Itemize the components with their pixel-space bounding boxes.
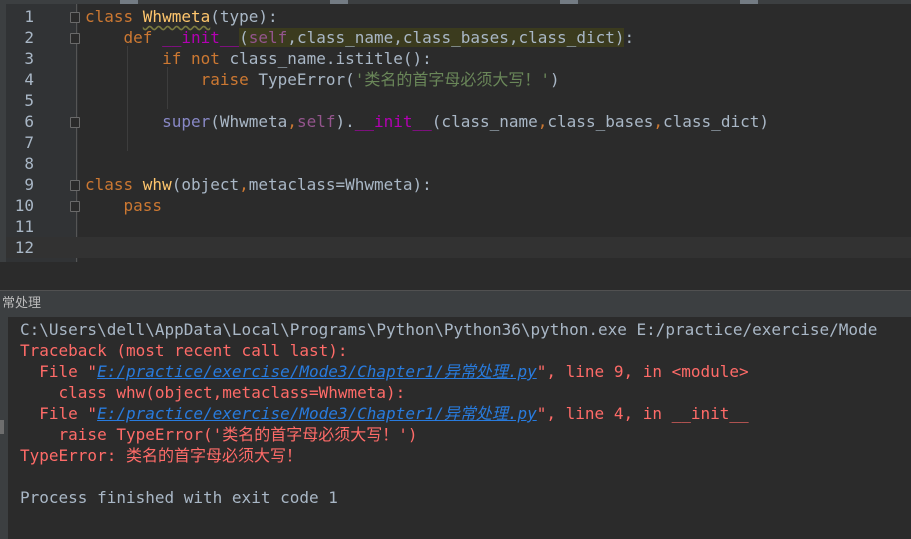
code-token: class_bases <box>547 112 654 131</box>
code-token: , <box>287 112 297 131</box>
code-token: (class_name <box>431 112 538 131</box>
line-number: 4 <box>24 70 34 89</box>
trace-prefix: File " <box>20 404 98 423</box>
code-token: , <box>508 28 519 47</box>
code-line[interactable]: 12 <box>6 237 911 258</box>
code-token: self <box>248 28 288 47</box>
code-token: def <box>85 28 163 47</box>
code-text: if not class_name.istitle(): <box>85 48 432 69</box>
trace-prefix: File " <box>20 362 98 381</box>
code-token: pass <box>85 196 163 215</box>
run-panel-title: 常处理 <box>2 296 42 311</box>
fold-marker-icon[interactable] <box>70 33 80 44</box>
line-number: 8 <box>24 154 34 173</box>
line-number: 3 <box>24 49 34 68</box>
console-trace-frame-1: File "E:/practice/exercise/Mode3/Chapter… <box>20 361 749 382</box>
fold-marker-icon[interactable] <box>70 201 80 212</box>
line-number: 12 <box>14 238 34 257</box>
code-text: class Whwmeta(type): <box>85 6 278 27</box>
code-token: __init__ <box>354 112 432 131</box>
editor-bottom-area <box>0 262 911 290</box>
console-trace-code-2: raise TypeError('类名的首字母必须大写！') <box>20 425 418 444</box>
code-token: class_dict) <box>663 112 769 131</box>
line-number: 5 <box>24 91 34 110</box>
code-line[interactable]: 5 <box>6 90 911 111</box>
code-token: self <box>296 112 336 131</box>
console-exit-message: Process finished with exit code 1 <box>20 488 338 507</box>
code-token: '类名的首字母必须大写！' <box>354 70 550 89</box>
code-line[interactable]: 1 class Whwmeta(type): <box>6 6 911 27</box>
console-toolbar <box>0 317 8 539</box>
trace-suffix: ", line 4, in __init__ <box>536 404 749 423</box>
line-number: 2 <box>24 28 34 47</box>
code-token: , <box>393 28 403 47</box>
console-trace-frame-2: File "E:/practice/exercise/Mode3/Chapter… <box>20 403 749 424</box>
code-token: __init__ <box>162 28 240 47</box>
trace-suffix: ", line 9, in <module> <box>536 362 749 381</box>
code-line[interactable]: 3 if not class_name.istitle(): <box>6 48 911 69</box>
run-console[interactable]: C:\Users\dell\AppData\Local\Programs\Pyt… <box>0 317 911 539</box>
console-trace-code-1: class whw(object,metaclass=Whwmeta): <box>20 383 406 402</box>
code-line[interactable]: 6 super(Whwmeta,self).__init__(class_nam… <box>6 111 911 132</box>
fold-marker-icon[interactable] <box>70 12 80 23</box>
code-token: (Whwmeta <box>210 112 288 131</box>
code-text: super(Whwmeta,self).__init__(class_name,… <box>85 111 769 132</box>
code-token: , <box>653 112 664 131</box>
code-token: Whwmeta <box>142 7 211 26</box>
code-token: if not <box>85 49 230 68</box>
code-line[interactable]: 9 class whw(object,metaclass=Whwmeta): <box>6 174 911 195</box>
code-line[interactable]: 10 pass <box>6 195 911 216</box>
code-token: class_name <box>296 28 394 47</box>
code-token: super <box>85 112 211 131</box>
line-number: 9 <box>24 175 34 194</box>
code-text: def __init__(self,class_name,class_bases… <box>85 27 634 48</box>
code-token: class_name.istitle(): <box>229 49 432 68</box>
line-number: 11 <box>14 217 34 236</box>
line-number: 6 <box>24 112 34 131</box>
code-token: class <box>85 175 143 194</box>
code-text: pass <box>85 195 163 216</box>
console-error-message: TypeError: 类名的首字母必须大写！ <box>20 446 302 465</box>
console-toggle-icon[interactable] <box>0 420 4 434</box>
code-token: ( <box>239 28 249 47</box>
code-token: , <box>239 175 249 194</box>
code-text: class whw(object,metaclass=Whwmeta): <box>85 174 432 195</box>
code-token: class_bases <box>402 28 509 47</box>
code-token: TypeError( <box>258 70 355 89</box>
code-line[interactable]: 4 raise TypeError('类名的首字母必须大写！') <box>6 69 911 90</box>
console-command-line: C:\Users\dell\AppData\Local\Programs\Pyt… <box>20 320 878 339</box>
code-token: raise <box>85 70 259 89</box>
console-traceback-header: Traceback (most recent call last): <box>20 341 348 360</box>
line-number: 1 <box>24 7 34 26</box>
code-token: , <box>537 112 548 131</box>
code-token: class <box>85 7 143 26</box>
code-token: (object <box>171 175 240 194</box>
code-line[interactable]: 2 def __init__(self,class_name,class_bas… <box>6 27 911 48</box>
run-panel-header[interactable]: 常处理 <box>0 290 911 318</box>
line-number: 10 <box>14 196 34 215</box>
code-token: whw <box>142 175 172 194</box>
code-token: metaclass=Whwmeta): <box>248 175 432 194</box>
code-token: : <box>624 28 635 47</box>
code-text: raise TypeError('类名的首字母必须大写！') <box>85 69 560 90</box>
code-editor[interactable]: 1 class Whwmeta(type): 2 def __init__(self… <box>6 4 911 262</box>
code-line[interactable]: 11 <box>6 216 911 237</box>
code-line[interactable]: 7 <box>6 132 911 153</box>
code-token: , <box>287 28 297 47</box>
line-number: 7 <box>24 133 34 152</box>
fold-marker-icon[interactable] <box>70 180 80 191</box>
code-token: ) <box>550 70 560 89</box>
code-line[interactable]: 8 <box>6 153 911 174</box>
code-token: class_dict <box>518 28 615 47</box>
code-token: (type): <box>210 7 278 26</box>
fold-marker-icon[interactable] <box>70 117 80 128</box>
trace-file-link[interactable]: E:/practice/exercise/Mode3/Chapter1/异常处理… <box>97 404 537 423</box>
code-token: ). <box>335 112 355 131</box>
trace-file-link[interactable]: E:/practice/exercise/Mode3/Chapter1/异常处理… <box>97 362 537 381</box>
